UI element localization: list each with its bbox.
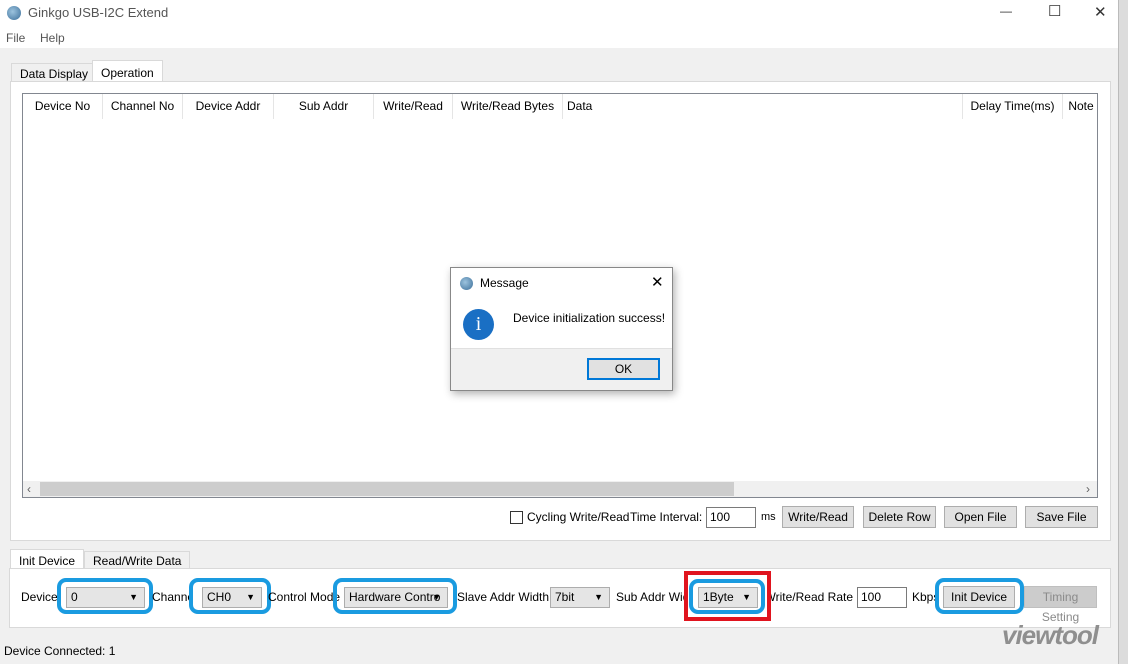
- background-window-edge: [1118, 0, 1128, 664]
- watermark-text: viewtool: [1002, 620, 1099, 650]
- status-bar-text: Device Connected: 1: [4, 644, 116, 658]
- tab-operation[interactable]: Operation: [92, 60, 163, 82]
- rate-label: Write/Read Rate:: [771, 590, 853, 604]
- menu-bar: File Help: [0, 26, 1118, 48]
- horizontal-scrollbar[interactable]: ‹ ›: [23, 481, 1097, 497]
- col-device-no[interactable]: Device No: [23, 94, 103, 119]
- message-dialog: Message ✕ i Device initialization succes…: [450, 267, 673, 391]
- maximize-button[interactable]: ☐: [1048, 2, 1061, 20]
- slave-addr-value: 7bit: [555, 590, 575, 604]
- delete-row-button[interactable]: Delete Row: [863, 506, 936, 528]
- slave-addr-select[interactable]: 7bit ▼: [550, 587, 610, 608]
- write-read-button[interactable]: Write/Read: [782, 506, 854, 528]
- dialog-close-icon[interactable]: ✕: [651, 273, 664, 291]
- close-button[interactable]: ✕: [1094, 3, 1107, 21]
- interval-label: Time Interval:: [630, 510, 703, 524]
- rate-unit: Kbps: [912, 590, 936, 604]
- tab-data-display[interactable]: Data Display: [11, 63, 98, 82]
- save-file-button[interactable]: Save File: [1025, 506, 1098, 528]
- interval-input[interactable]: 100: [706, 507, 756, 528]
- col-note[interactable]: Note: [1063, 94, 1099, 119]
- col-write-read[interactable]: Write/Read: [374, 94, 453, 119]
- chevron-down-icon: ▼: [594, 592, 603, 602]
- col-delay-time[interactable]: Delay Time(ms): [963, 94, 1063, 119]
- scrollbar-thumb[interactable]: [40, 482, 734, 496]
- slave-addr-label: Slave Addr Width:: [457, 590, 553, 604]
- highlight-init-device: [935, 578, 1024, 614]
- dialog-footer: OK: [451, 348, 672, 390]
- menu-file[interactable]: File: [6, 31, 25, 45]
- cycling-label: Cycling Write/Read: [527, 510, 630, 524]
- tab-read-write-data[interactable]: Read/Write Data: [84, 551, 191, 569]
- open-file-button[interactable]: Open File: [944, 506, 1017, 528]
- highlight-channel: [189, 578, 271, 614]
- title-bar: Ginkgo USB-I2C Extend — ☐ ✕: [0, 0, 1118, 26]
- col-data[interactable]: Data: [563, 94, 963, 119]
- dialog-logo-icon: [460, 277, 473, 290]
- col-sub-addr[interactable]: Sub Addr: [274, 94, 374, 119]
- col-write-read-bytes[interactable]: Write/Read Bytes: [453, 94, 563, 119]
- highlight-control-mode: [333, 578, 457, 614]
- control-mode-label: Control Mode: [268, 590, 341, 604]
- channel-label: Channel:: [152, 590, 192, 604]
- dialog-message: Device initialization success!: [513, 311, 666, 325]
- highlight-device: [57, 578, 153, 614]
- red-highlight-sub-addr: [684, 571, 771, 621]
- interval-unit: ms: [761, 511, 776, 523]
- col-device-addr[interactable]: Device Addr: [183, 94, 274, 119]
- app-logo-icon: [7, 6, 21, 20]
- watermark-logo: viewtool: [1002, 620, 1099, 651]
- menu-help[interactable]: Help: [40, 31, 65, 45]
- sub-addr-label: Sub Addr Width: [616, 590, 688, 604]
- dialog-title: Message: [480, 276, 529, 290]
- col-channel-no[interactable]: Channel No: [103, 94, 183, 119]
- tab-init-device[interactable]: Init Device: [10, 549, 85, 569]
- rate-input[interactable]: 100: [857, 587, 907, 608]
- ok-button[interactable]: OK: [587, 358, 660, 380]
- scroll-left-icon[interactable]: ‹: [27, 482, 31, 496]
- cycling-checkbox[interactable]: [510, 511, 523, 524]
- minimize-button[interactable]: —: [1000, 4, 1012, 18]
- table-header: Device No Channel No Device Addr Sub Add…: [23, 94, 1097, 119]
- device-label: Device:: [21, 590, 62, 604]
- scroll-right-icon[interactable]: ›: [1086, 482, 1090, 496]
- window-title: Ginkgo USB-I2C Extend: [28, 5, 169, 20]
- timing-setting-button[interactable]: Timing Setting: [1024, 586, 1097, 624]
- info-icon: i: [463, 309, 494, 340]
